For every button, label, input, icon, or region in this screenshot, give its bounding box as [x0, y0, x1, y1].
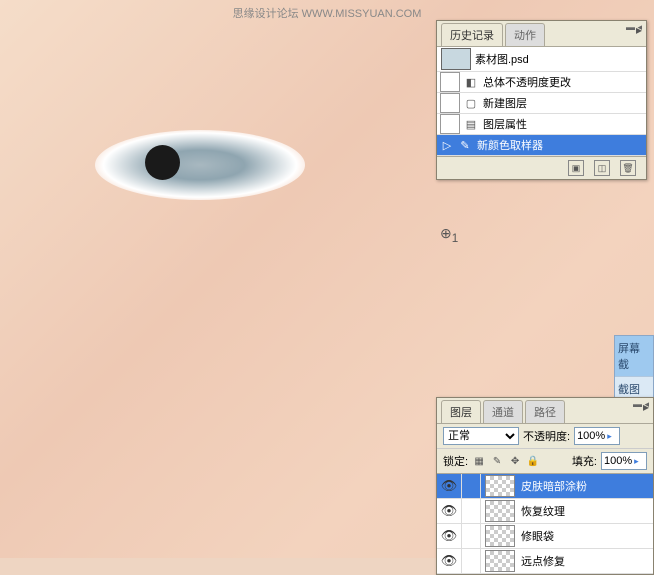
history-panel: ▬ ◂ 历史记录 动作 ▸ 素材图.psd ◧ 总体不透明度更改 ▢ 新建图层 …	[436, 20, 647, 180]
fill-input[interactable]: 100%▸	[601, 452, 647, 470]
layer-name: 皮肤暗部涂粉	[519, 478, 587, 494]
history-item-label: 新建图层	[479, 95, 646, 111]
layer-thumb	[485, 500, 515, 522]
history-slot-icon	[440, 114, 460, 134]
history-slot-icon	[440, 93, 460, 113]
history-item-label: 总体不透明度更改	[479, 74, 646, 90]
layer-row[interactable]: 👁 修眼袋	[437, 524, 653, 549]
lock-all-icon[interactable]: 🔒	[526, 454, 540, 468]
layer-row[interactable]: 👁 恢复纹理	[437, 499, 653, 524]
history-item-label: 新颜色取样器	[473, 137, 646, 153]
layer-name: 修眼袋	[519, 528, 554, 544]
layer-name: 恢复纹理	[519, 503, 565, 519]
layer-row[interactable]: 👁 远点修复	[437, 549, 653, 574]
opacity-input[interactable]: 100%▸	[574, 427, 620, 445]
link-col[interactable]	[462, 499, 481, 523]
history-item-label: 图层属性	[479, 116, 646, 132]
layer-thumb	[485, 475, 515, 497]
properties-icon: ▤	[463, 118, 479, 131]
history-item[interactable]: ▤ 图层属性	[437, 114, 646, 135]
lock-label: 锁定:	[443, 453, 468, 469]
history-footer: ▣ ◫ 🗑	[437, 156, 646, 179]
chevron-right-icon[interactable]: ▸	[634, 456, 639, 467]
layer-thumb	[485, 525, 515, 547]
chevron-right-icon[interactable]: ▸	[607, 431, 612, 442]
color-sampler-cursor: ⊕1	[440, 225, 458, 245]
photo-eye	[95, 130, 305, 200]
layer-thumb	[485, 550, 515, 572]
new-layer-icon: ▢	[463, 97, 479, 110]
lock-brush-icon[interactable]: ✎	[490, 454, 504, 468]
link-col[interactable]	[462, 524, 481, 548]
history-slot-icon	[440, 72, 460, 92]
layers-tabs: 图层 通道 路径 ▸	[437, 398, 653, 424]
link-col[interactable]	[462, 549, 481, 573]
side-item-screenshot[interactable]: 屏幕截	[615, 336, 653, 377]
tab-channels[interactable]: 通道	[483, 400, 523, 423]
snapshot-name: 素材图.psd	[475, 51, 529, 67]
link-col[interactable]	[462, 474, 481, 498]
visibility-icon[interactable]: 👁	[437, 474, 462, 498]
fill-label: 填充:	[572, 453, 597, 469]
tab-paths[interactable]: 路径	[525, 400, 565, 423]
visibility-icon[interactable]: 👁	[437, 524, 462, 548]
visibility-icon[interactable]: 👁	[437, 549, 462, 573]
layers-panel: ▬ ◂ 图层 通道 路径 ▸ 正常 不透明度: 100%▸ 锁定: ▦ ✎ ✥ …	[436, 397, 654, 575]
watermark-text: 思缘设计论坛 WWW.MISSYUAN.COM	[0, 5, 654, 21]
new-snapshot-icon[interactable]: ▣	[568, 160, 584, 176]
layer-name: 远点修复	[519, 553, 565, 569]
sampler-index: 1	[452, 232, 458, 245]
photo-pupil	[145, 145, 180, 180]
history-item-selected[interactable]: ▷ ✎ 新颜色取样器	[437, 135, 646, 156]
snapshot-thumb	[441, 48, 471, 70]
panel-menu-icon[interactable]: ▸	[643, 400, 649, 414]
history-item[interactable]: ◧ 总体不透明度更改	[437, 72, 646, 93]
layer-blend-row: 正常 不透明度: 100%▸	[437, 424, 653, 449]
history-item[interactable]: ▢ 新建图层	[437, 93, 646, 114]
tab-actions[interactable]: 动作	[505, 23, 545, 46]
history-pointer-icon: ▷	[437, 139, 457, 152]
layer-row-selected[interactable]: 👁 皮肤暗部涂粉	[437, 474, 653, 499]
blend-mode-select[interactable]: 正常	[443, 427, 519, 445]
new-doc-icon[interactable]: ◫	[594, 160, 610, 176]
layer-lock-row: 锁定: ▦ ✎ ✥ 🔒 填充: 100%▸	[437, 449, 653, 474]
tab-layers[interactable]: 图层	[441, 400, 481, 423]
sampler-icon: ✎	[457, 139, 473, 152]
lock-transparent-icon[interactable]: ▦	[472, 454, 486, 468]
panel-menu-icon[interactable]: ▸	[636, 23, 642, 37]
history-tabs: 历史记录 动作 ▸	[437, 21, 646, 47]
opacity-icon: ◧	[463, 76, 479, 89]
visibility-icon[interactable]: 👁	[437, 499, 462, 523]
lock-move-icon[interactable]: ✥	[508, 454, 522, 468]
history-snapshot-row[interactable]: 素材图.psd	[437, 47, 646, 72]
trash-icon[interactable]: 🗑	[620, 160, 636, 176]
opacity-label: 不透明度:	[523, 428, 570, 444]
tab-history[interactable]: 历史记录	[441, 23, 503, 46]
